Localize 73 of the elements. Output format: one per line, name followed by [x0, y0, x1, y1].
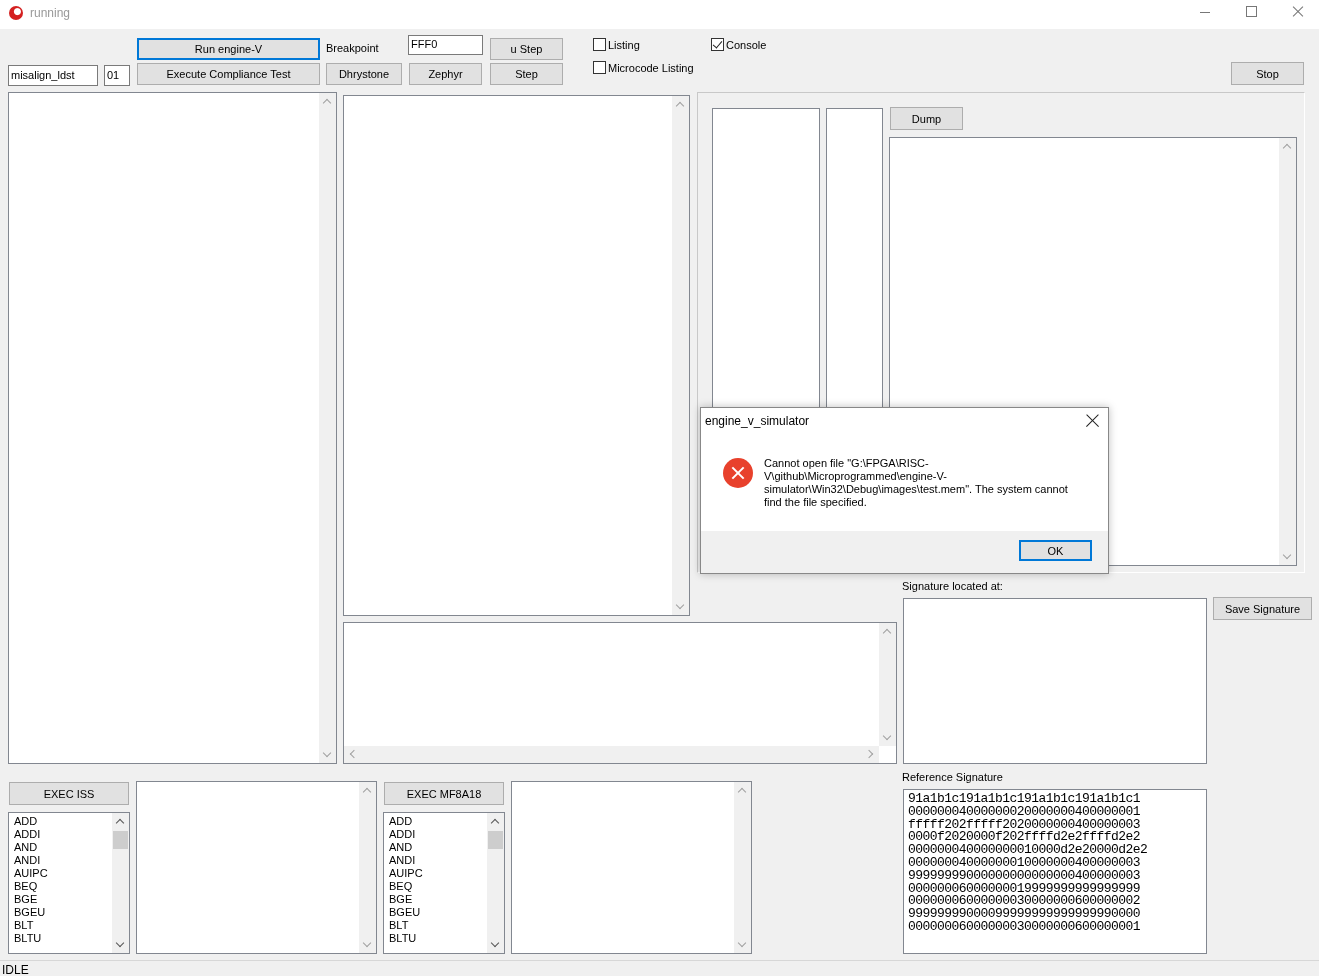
list-item[interactable]: ANDI [389, 854, 423, 867]
dhrystone-button[interactable]: Dhrystone [326, 63, 402, 85]
u-step-button[interactable]: u Step [490, 38, 563, 60]
list-item[interactable]: BLT [14, 919, 48, 932]
list-item[interactable]: ADDI [14, 828, 48, 841]
checkbox[interactable] [593, 61, 606, 74]
list-item[interactable]: BEQ [389, 880, 423, 893]
signature-line: 00000004000000010000000400000003 [908, 857, 1141, 870]
scrollbar[interactable] [359, 782, 376, 953]
checkbox-label: Microcode Listing [608, 61, 694, 74]
signature-line: 99999999000099999999999999990000 [908, 908, 1141, 921]
window-title: running [30, 6, 71, 20]
zephyr-button[interactable]: Zephyr [409, 63, 482, 85]
test-index-field[interactable]: 01 [104, 65, 130, 86]
stop-button[interactable]: Stop [1231, 62, 1304, 85]
list-item[interactable]: AUIPC [14, 867, 48, 880]
list-item[interactable]: BGEU [14, 906, 48, 919]
ok-button[interactable]: OK [1019, 540, 1092, 561]
dump-button[interactable]: Dump [890, 107, 963, 130]
reference-signature-label: Reference Signature [902, 771, 1003, 783]
text-area[interactable] [903, 789, 1207, 954]
list-item[interactable]: ADDI [389, 828, 423, 841]
signature-line: 000000040000000010000d2e20000d2e2 [908, 844, 1148, 857]
step-button[interactable]: Step [490, 63, 563, 85]
signature-line: 91a1b1c191a1b1c191a1b1c191a1b1c1 [908, 793, 1141, 806]
signature-line: 00000006000000030000000600000001 [908, 920, 1141, 934]
scrollbar[interactable] [112, 813, 129, 953]
list-item[interactable]: BGEU [389, 906, 423, 919]
list-item[interactable]: AUIPC [389, 867, 423, 880]
signature-line: 00000006000000019999999999999999 [908, 882, 1141, 896]
list-item[interactable]: BLTU [389, 932, 423, 945]
app-icon [9, 6, 23, 20]
signature-line: 00000004000000020000000400000001 [908, 805, 1141, 819]
signature-line: 0000f2020000f202ffffd2e2ffffd2e2 [908, 831, 1141, 845]
checkbox[interactable] [711, 38, 724, 51]
list-item[interactable]: BLTU [14, 932, 48, 945]
list-box[interactable]: ADD ADDI AND ANDI AUIPC BEQ BGE BGEU BLT BLTU [383, 812, 505, 954]
checkbox-label: Listing [608, 38, 640, 51]
save-signature-button[interactable]: Save Signature [1213, 597, 1312, 620]
checkbox[interactable] [593, 38, 606, 51]
signature-label: Signature located at: [902, 580, 1003, 592]
scrollbar[interactable] [487, 813, 504, 953]
list-box[interactable]: ADD ADDI AND ANDI AUIPC BEQ BGE BGEU BLT BLTU [8, 812, 130, 954]
error-icon [723, 458, 753, 488]
signature-line: fffff202fffff2020000000400000003 [908, 818, 1141, 832]
list-item[interactable]: BLT [389, 919, 423, 932]
list-item[interactable]: BGE [14, 893, 48, 906]
list-item[interactable]: BGE [389, 893, 423, 906]
execute-button[interactable]: Execute Compliance Test [137, 63, 320, 85]
list-item[interactable]: ADD [14, 815, 48, 828]
signature-line: 99999999000000000000000400000003 [908, 869, 1141, 883]
status-text: IDLE [2, 963, 29, 976]
exec-button[interactable]: EXEC ISS [9, 782, 129, 805]
breakpoint-field[interactable]: FFF0 [408, 35, 483, 55]
scrollbar[interactable] [1279, 138, 1296, 565]
list-item[interactable]: AND [14, 841, 48, 854]
test-name-field[interactable]: misalign_ldst [8, 65, 98, 86]
scrollbar[interactable] [672, 96, 689, 615]
scrollbar[interactable] [344, 746, 879, 763]
scrollbar[interactable] [734, 782, 751, 953]
checkbox-label: Console [726, 38, 767, 51]
scrollbar[interactable] [319, 93, 336, 763]
breakpoint-label: Breakpoint [326, 42, 379, 54]
signature-line: 00000006000000030000000600000002 [908, 895, 1141, 909]
list-item[interactable]: ADD [389, 815, 423, 828]
dialog-title: engine_v_simulator [705, 414, 810, 428]
scrollbar[interactable] [879, 623, 896, 746]
run-button[interactable]: Run engine-V [137, 38, 320, 60]
list-item[interactable]: ANDI [14, 854, 48, 867]
list-item[interactable]: BEQ [14, 880, 48, 893]
list-item[interactable]: AND [389, 841, 423, 854]
exec-button[interactable]: EXEC MF8A18 [384, 782, 504, 805]
dialog-message: Cannot open file "G:\FPGA\RISC-V\github\Microprogrammed\engine-V-simulator\Win32\Debug\images\test.mem". The system cannot find the file specified. [764, 457, 1069, 509]
